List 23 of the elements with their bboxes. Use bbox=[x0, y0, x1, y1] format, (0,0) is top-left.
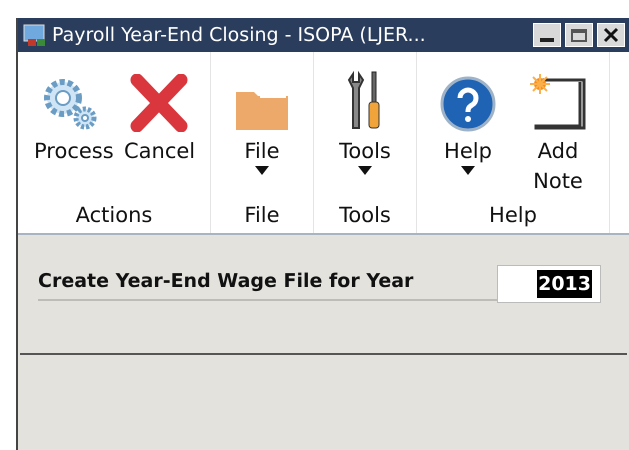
caret-icon bbox=[255, 166, 269, 175]
close-icon bbox=[603, 27, 619, 43]
ribbon-button[interactable]: Help bbox=[425, 66, 511, 200]
group-label: Help bbox=[488, 202, 538, 229]
note-icon bbox=[528, 74, 588, 132]
ribbon-button[interactable]: Tools bbox=[322, 66, 408, 200]
caret-icon bbox=[358, 166, 372, 175]
minimize-button[interactable] bbox=[533, 23, 561, 47]
year-field[interactable]: 2013 bbox=[497, 265, 601, 303]
help-icon bbox=[440, 76, 496, 132]
app-icon bbox=[22, 22, 48, 48]
maximize-button[interactable] bbox=[565, 23, 593, 47]
group-label: File bbox=[243, 202, 281, 229]
field-label: Create Year-End Wage File for Year bbox=[38, 266, 497, 302]
group-label: Tools bbox=[338, 202, 392, 229]
ribbon-button[interactable]: Cancel bbox=[116, 66, 202, 200]
ribbon-button[interactable]: Add Note bbox=[515, 66, 601, 200]
caret-icon bbox=[461, 166, 475, 175]
group-label: Actions bbox=[74, 202, 154, 229]
close-button[interactable] bbox=[597, 23, 625, 47]
ribbon-button[interactable]: Process bbox=[26, 66, 112, 200]
ribbon-button[interactable]: File bbox=[219, 66, 305, 200]
window-title: Payroll Year-End Closing - ISOPA (LJER... bbox=[52, 22, 427, 48]
